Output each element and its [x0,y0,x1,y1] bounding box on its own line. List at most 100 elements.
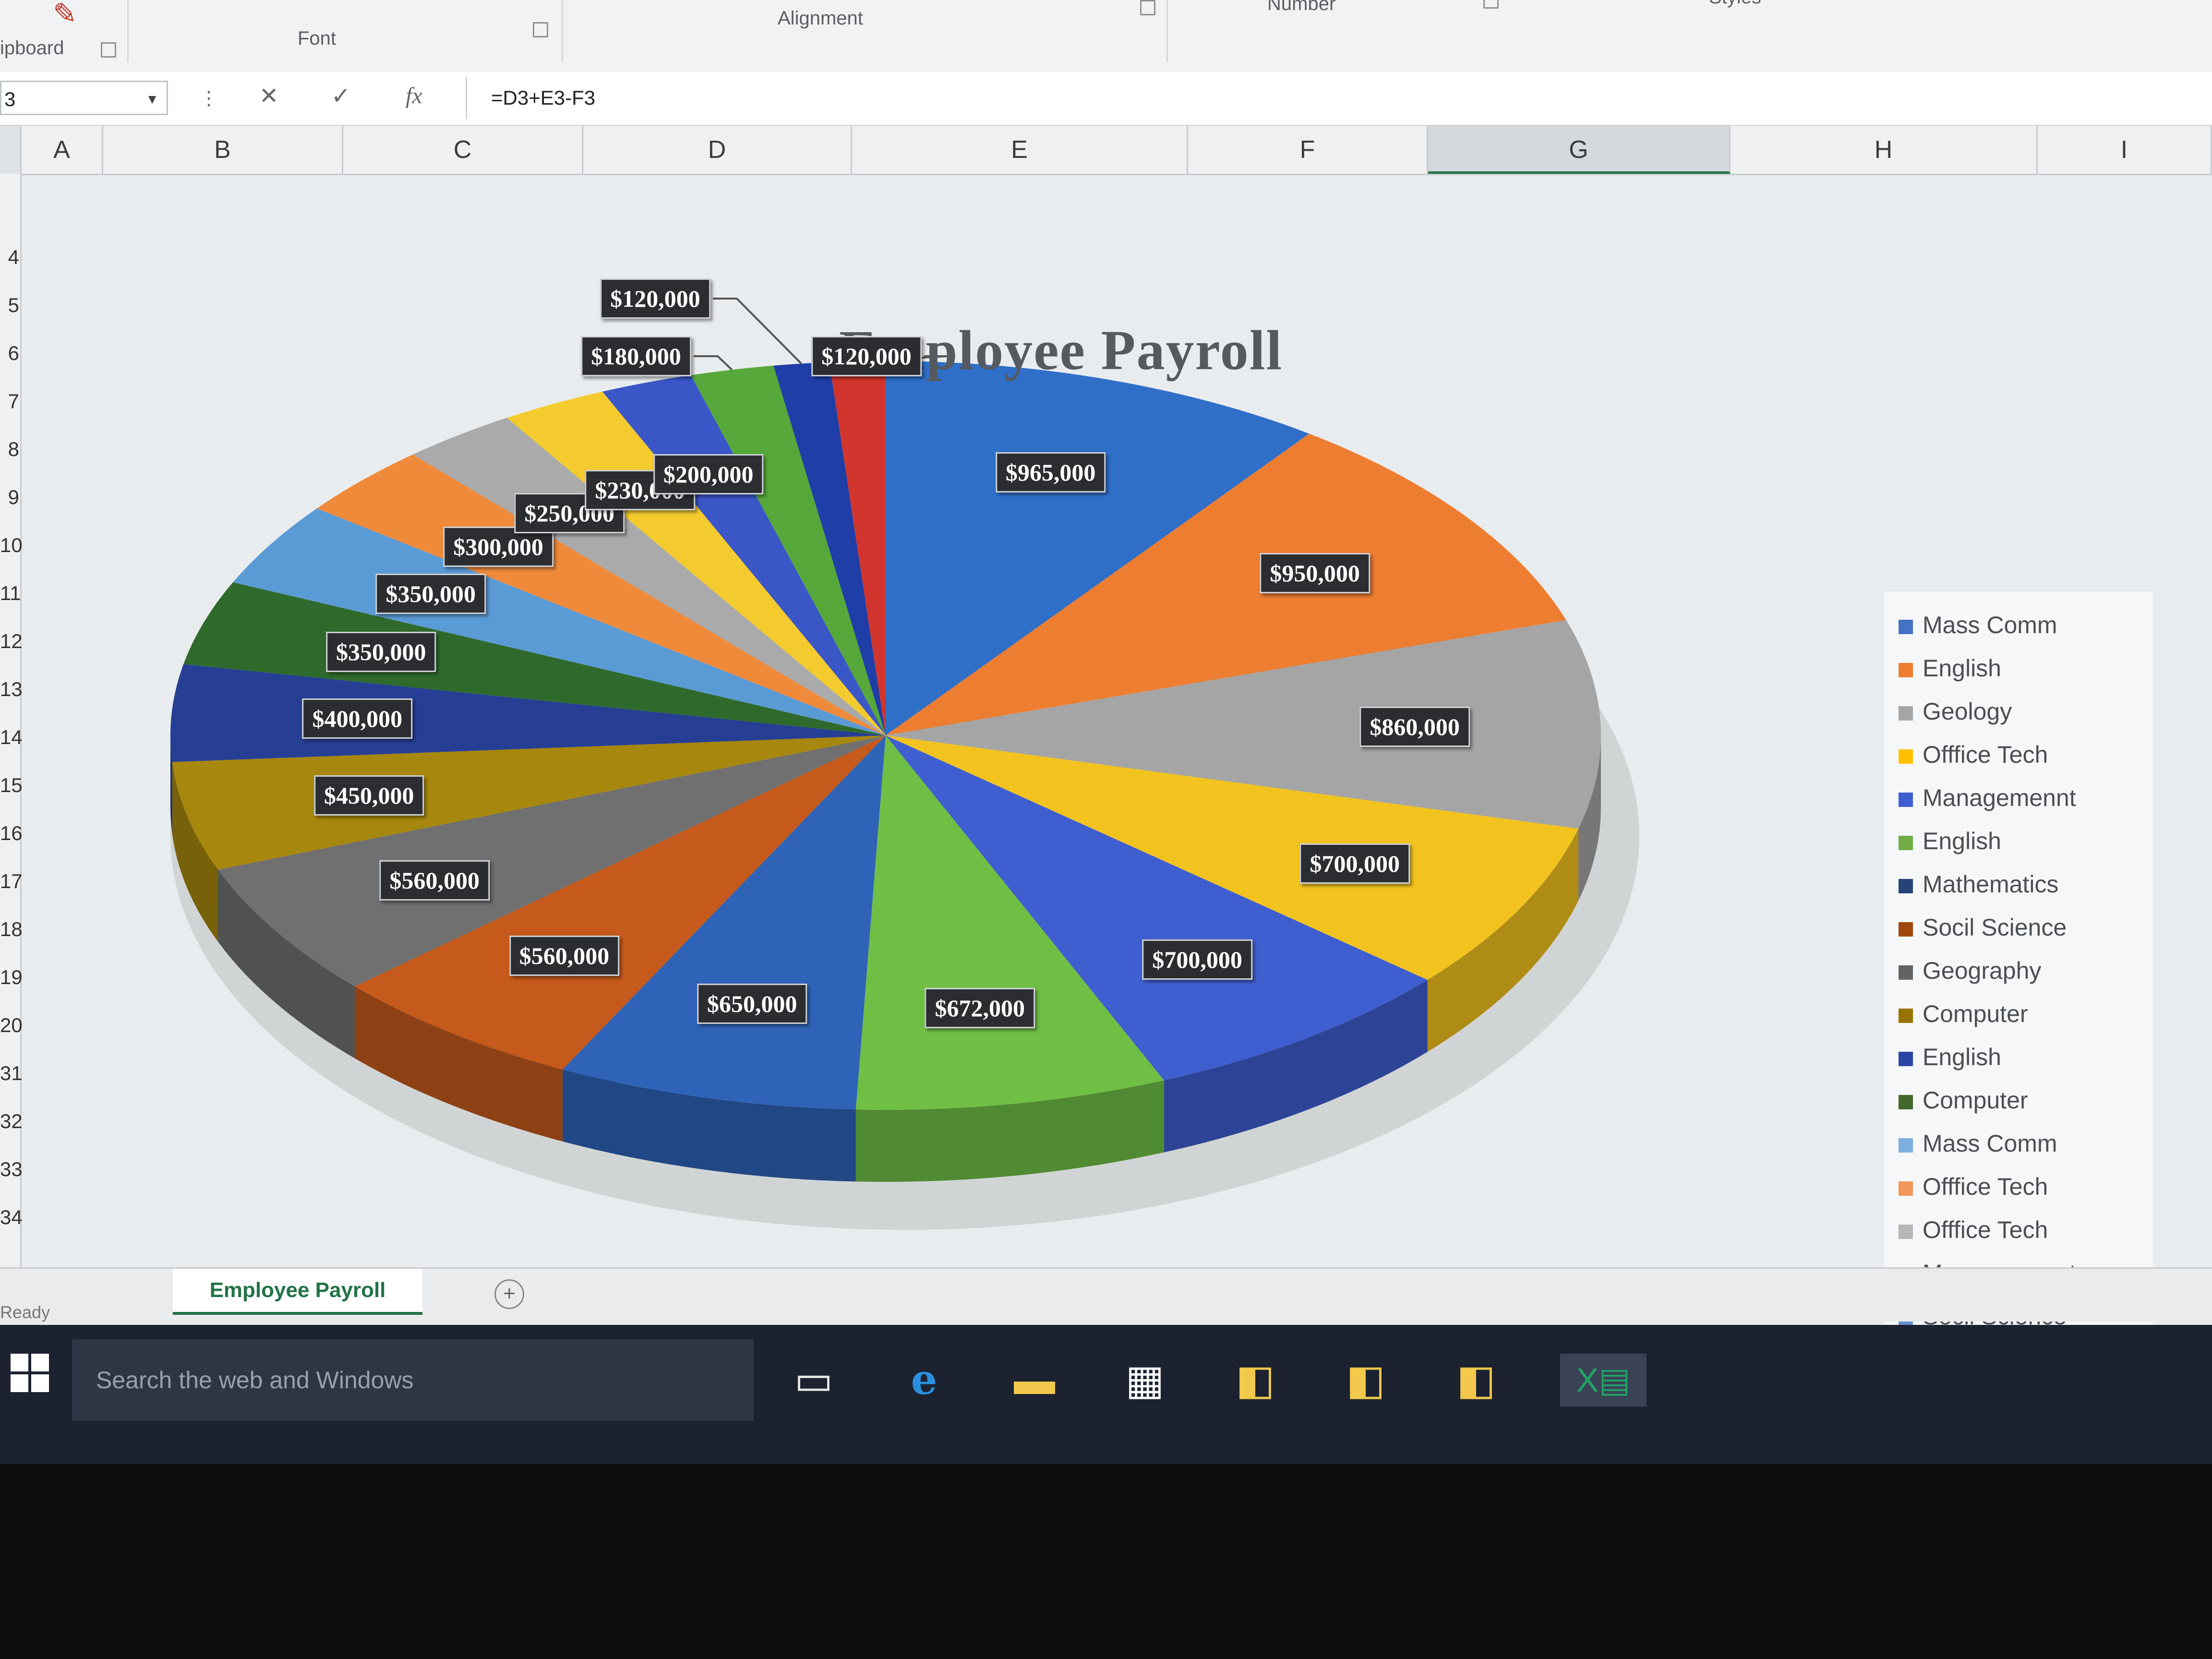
alignment-launcher-icon[interactable] [1140,0,1155,15]
legend-item: Offfice Tech [1899,740,2048,769]
row-header[interactable]: 8 [0,438,19,461]
legend-item: Geology [1899,697,2012,726]
more-dots-icon: ⋮ [199,88,218,109]
column-header[interactable]: I [2038,126,2212,174]
data-label: $180,000 [581,336,691,376]
data-label: $860,000 [1359,707,1470,747]
row-header[interactable]: 10 [0,534,23,557]
row-header[interactable]: 14 [0,726,23,749]
column-header[interactable]: E [852,126,1188,174]
legend-label: Geology [1923,698,2012,725]
taskbar-search-input[interactable]: Search the web and Windows [72,1339,754,1421]
data-label: $560,000 [509,935,620,976]
row-header[interactable]: 6 [0,342,19,365]
ribbon-separator [1166,0,1168,62]
legend-label: Socil Science [1923,914,2067,941]
legend-swatch [1899,620,1913,634]
column-headers: A B C D E F G H I [0,126,2212,175]
row-header[interactable]: 16 [0,822,23,845]
row-header[interactable]: 11 [0,582,21,605]
legend-label: Managemennt [1923,784,2076,811]
row-header[interactable]: 7 [0,390,19,413]
name-box[interactable]: 3 ▼ [0,81,168,115]
add-sheet-button[interactable]: + [494,1279,524,1309]
data-label: $700,000 [1299,843,1410,884]
select-all-corner[interactable] [0,126,22,174]
row-header[interactable]: 9 [0,486,19,509]
data-label: $120,000 [600,278,710,319]
name-box-value: 3 [4,88,16,110]
formula-input[interactable]: =D3+E3-F3 [466,77,2212,119]
legend-item: English [1899,1043,2001,1071]
legend-swatch [1899,1095,1913,1109]
column-header[interactable]: D [583,126,852,174]
folder-icon[interactable]: ◧ [1229,1354,1282,1407]
font-group-label: Font [298,28,337,49]
format-painter-icon[interactable]: ✎ [53,0,77,31]
row-header[interactable]: 12 [0,630,23,653]
clipboard-launcher-icon[interactable] [101,42,116,58]
row-header[interactable]: 17 [0,870,23,893]
data-label: $350,000 [326,631,436,672]
legend-swatch [1899,1181,1913,1196]
column-header[interactable]: H [1731,126,2038,174]
legend-item: Mathematics [1899,870,2058,899]
legend-item: Managemennt [1899,783,2076,812]
row-header[interactable]: 13 [0,678,23,701]
legend-swatch [1899,1052,1913,1066]
column-header[interactable]: F [1188,126,1428,174]
row-header[interactable]: 34 [0,1206,23,1229]
legend-label: Offfice Tech [1923,741,2048,768]
number-group-label: Number [1267,0,1336,14]
excel-app-icon[interactable]: X▤ [1560,1354,1647,1407]
row-header[interactable]: 33 [0,1158,23,1181]
legend-swatch [1899,922,1913,937]
column-header[interactable]: C [343,126,583,174]
sheet-tab-employee-payroll[interactable]: Employee Payroll [173,1269,422,1315]
edge-browser-icon[interactable]: e [898,1354,950,1407]
chevron-down-icon[interactable]: ▼ [145,82,159,117]
row-header[interactable]: 5 [0,294,19,317]
number-launcher-icon[interactable] [1483,0,1499,9]
legend-item: Mass Comm [1899,611,2057,639]
row-headers: 4 5 6 7 8 9 10 11 12 13 14 15 16 17 18 1… [0,174,23,1278]
chart-area[interactable]: Employee Payroll $965,000 $950,000 $860,00… [22,174,2212,1470]
formula-bar: 3 ▼ ⋮ ✕ ✓ fx =D3+E3-F3 [0,72,2212,126]
legend-swatch [1899,749,1913,764]
column-header[interactable]: B [103,126,343,174]
ribbon: ipboard Font Alignment Number Styles ✎ [0,0,2212,73]
file-explorer-icon[interactable]: ▬ [1008,1354,1061,1407]
insert-function-icon[interactable]: fx [406,83,422,109]
column-header-selected[interactable]: G [1428,126,1731,174]
row-header[interactable]: 31 [0,1062,23,1085]
row-header[interactable]: 4 [0,246,19,269]
legend-label: Computer [1923,1000,2028,1027]
font-launcher-icon[interactable] [533,22,548,37]
data-label: $650,000 [697,983,807,1024]
row-header[interactable]: 19 [0,966,23,989]
folder-icon[interactable]: ◧ [1450,1354,1503,1407]
store-icon[interactable]: ▦ [1118,1354,1171,1407]
data-label: $400,000 [302,698,413,739]
data-label: $450,000 [313,775,424,816]
legend-item: Geography [1899,956,2041,985]
enter-check-icon[interactable]: ✓ [331,83,350,109]
legend-item: Computer [1899,999,2028,1028]
folder-icon[interactable]: ◧ [1339,1354,1392,1407]
task-view-icon[interactable]: ▭ [787,1354,840,1407]
row-header[interactable]: 20 [0,1014,23,1037]
data-label: $965,000 [995,452,1106,493]
windows-taskbar: Search the web and Windows ▭ e ▬ ▦ ◧ ◧ ◧… [0,1325,2212,1464]
legend-item: English [1899,654,2001,683]
row-header[interactable]: 32 [0,1110,23,1133]
cancel-icon[interactable]: ✕ [259,83,278,109]
legend-item: Mass Comm [1899,1129,2057,1158]
row-header[interactable]: 18 [0,918,23,941]
legend-label: English [1923,1044,2001,1070]
alignment-group-label: Alignment [778,8,863,29]
legend-item: Computer [1899,1086,2028,1115]
column-header[interactable]: A [22,126,103,174]
row-header[interactable]: 15 [0,774,23,797]
styles-group-label: Styles [1709,0,1761,8]
windows-start-icon[interactable] [11,1354,49,1392]
